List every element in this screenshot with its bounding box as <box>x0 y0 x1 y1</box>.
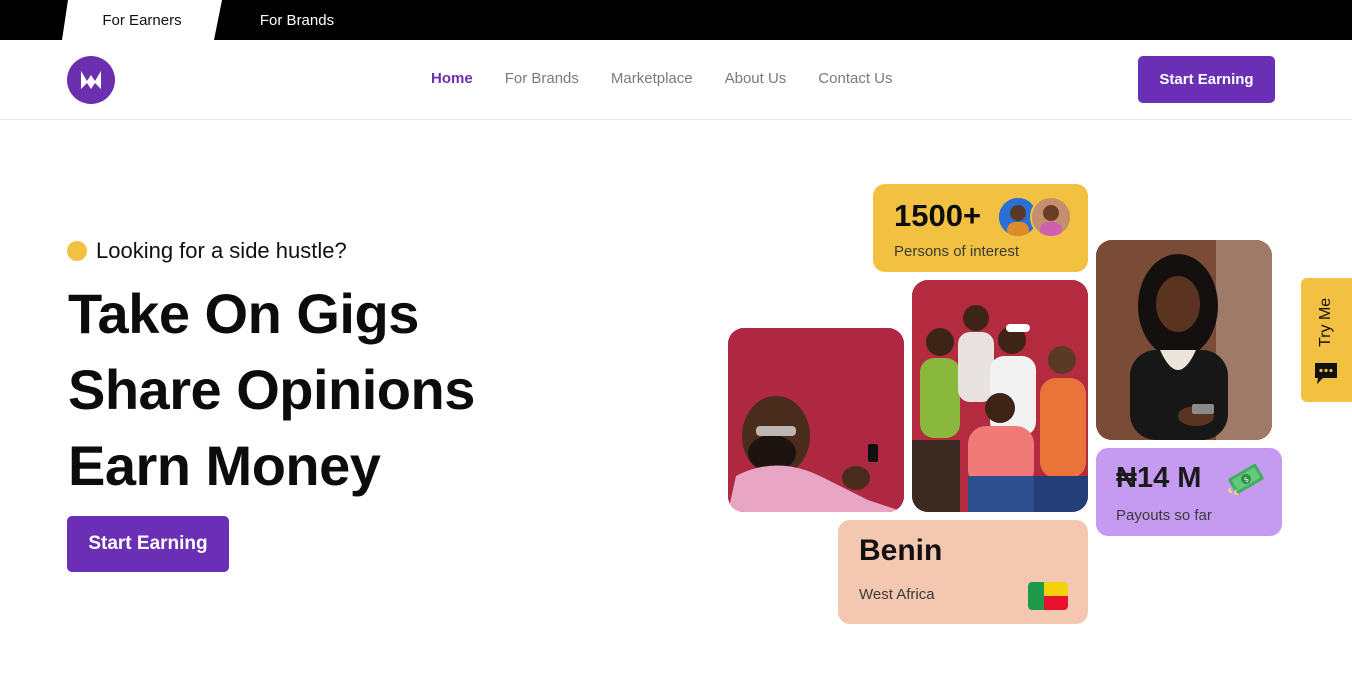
headline-line-2: Share Opinions <box>68 358 475 421</box>
try-me-widget[interactable]: Try Me <box>1301 278 1352 402</box>
payout-label: Payouts so far <box>1116 507 1212 524</box>
nav-link-marketplace[interactable]: Marketplace <box>611 70 693 87</box>
avatar <box>1030 196 1072 238</box>
yellow-dot-icon <box>67 241 87 261</box>
nav-start-earning-button[interactable]: Start Earning <box>1138 56 1275 103</box>
tab-for-brands[interactable]: For Brands <box>222 0 372 40</box>
eyebrow-text: Looking for a side hustle? <box>96 238 347 263</box>
navbar: Home For Brands Marketplace About Us Con… <box>0 40 1352 120</box>
try-me-label: Try Me <box>1317 297 1334 347</box>
hero-headline: Take On Gigs Share Opinions Earn Money <box>68 276 475 504</box>
tab-for-earners[interactable]: For Earners <box>62 0 222 40</box>
stat-value: 1500+ <box>894 198 982 233</box>
persons-stat-card: 1500+ Persons of interest <box>873 184 1088 272</box>
payout-value: ₦14 M <box>1116 462 1202 494</box>
nav-link-for-brands[interactable]: For Brands <box>505 70 579 87</box>
nav-link-about-us[interactable]: About Us <box>725 70 787 87</box>
photo-man-with-phone <box>728 328 904 512</box>
nav-link-home[interactable]: Home <box>431 70 473 87</box>
photo-group-of-friends <box>912 280 1088 512</box>
country-name: Benin <box>859 534 943 567</box>
stat-label: Persons of interest <box>894 243 1020 260</box>
photo-woman-with-phone <box>1096 240 1272 440</box>
hero-eyebrow: Looking for a side hustle? <box>67 238 347 264</box>
location-card: Benin West Africa <box>838 520 1088 624</box>
benin-flag-icon <box>1028 582 1068 610</box>
money-icon: $ <box>1226 462 1266 501</box>
hero-start-earning-button[interactable]: Start Earning <box>67 516 229 572</box>
audience-switcher: For Earners For Brands <box>0 0 1352 40</box>
logo-icon[interactable] <box>67 56 115 104</box>
headline-line-1: Take On Gigs <box>68 282 419 345</box>
chat-icon <box>1313 360 1339 391</box>
payouts-stat-card: ₦14 M $ Payouts so far <box>1096 448 1282 536</box>
region-name: West Africa <box>859 586 935 603</box>
headline-line-3: Earn Money <box>68 434 381 497</box>
nav-link-contact-us[interactable]: Contact Us <box>818 70 892 87</box>
main-nav: Home For Brands Marketplace About Us Con… <box>431 70 893 87</box>
